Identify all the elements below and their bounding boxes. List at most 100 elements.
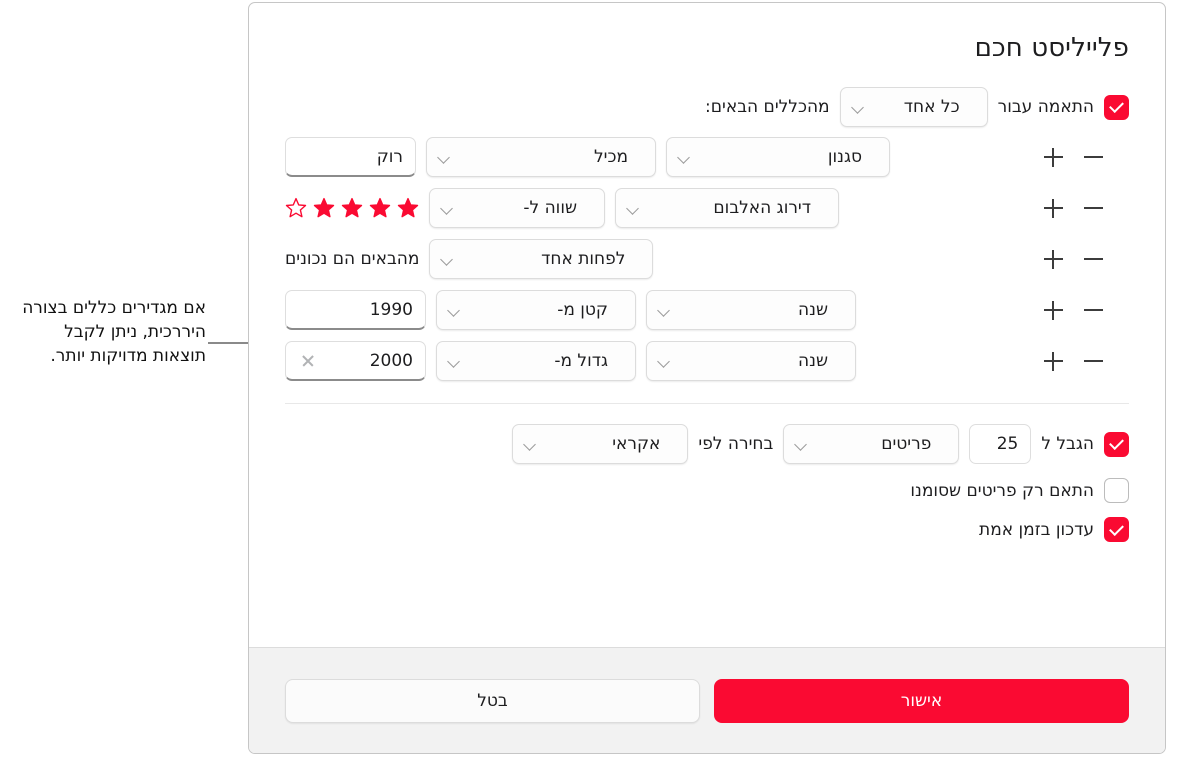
- chevron-down-icon: [438, 151, 451, 164]
- star-filled-icon[interactable]: [341, 197, 363, 219]
- rule-row: שנה גדול מ- 2000: [285, 341, 1129, 381]
- dialog-body: פלייליסט חכם התאמה עבור כל אחד מהכללים ה…: [249, 3, 1165, 647]
- live-update-checkbox[interactable]: [1104, 517, 1129, 542]
- ok-button[interactable]: אישור: [714, 678, 1129, 723]
- rule-row: סגנון מכיל רוק: [285, 137, 1129, 177]
- rule-field-value: סגנון: [827, 147, 862, 167]
- rule-operator-popup[interactable]: מכיל: [426, 137, 656, 177]
- star-empty-icon[interactable]: [285, 197, 307, 219]
- rule-value-input[interactable]: 1990: [285, 290, 426, 330]
- rule-add-button[interactable]: [1033, 191, 1073, 225]
- selection-by-value: אקראי: [612, 434, 661, 454]
- rule-remove-button[interactable]: [1073, 191, 1113, 225]
- rule-value-text: 2000: [369, 350, 413, 371]
- match-selector-popup[interactable]: כל אחד: [839, 87, 988, 127]
- rule-add-button[interactable]: [1033, 242, 1073, 276]
- match-checkbox[interactable]: [1104, 94, 1129, 120]
- rule-fields: דירוג האלבום שווה ל-: [285, 188, 839, 228]
- rule-fields: שנה קטן מ- 1990: [285, 290, 856, 330]
- chevron-down-icon: [448, 304, 461, 317]
- rule-field-popup[interactable]: שנה: [646, 341, 856, 381]
- chevron-down-icon: [448, 355, 461, 368]
- match-selector-value: כל אחד: [903, 97, 960, 117]
- limit-amount-input[interactable]: 25: [969, 424, 1032, 464]
- chevron-down-icon: [795, 438, 808, 451]
- rule-operator-value: קטן מ-: [557, 300, 608, 320]
- rule-value-input[interactable]: 2000: [285, 341, 426, 381]
- selection-by-popup[interactable]: אקראי: [512, 424, 689, 464]
- smart-playlist-dialog: פלייליסט חכם התאמה עבור כל אחד מהכללים ה…: [248, 2, 1166, 754]
- chevron-down-icon: [627, 202, 640, 215]
- only-checked-label: התאם רק פריטים שסומנו: [910, 480, 1094, 501]
- dialog-footer: אישור בטל: [249, 647, 1165, 753]
- rule-controls: [993, 242, 1113, 276]
- rule-field-value: דירוג האלבום: [713, 198, 811, 218]
- rule-fields: לפחות אחד מהבאים הם נכונים: [285, 239, 654, 279]
- limit-amount-value: 25: [996, 434, 1019, 454]
- rule-remove-button[interactable]: [1073, 242, 1113, 276]
- rule-operator-popup[interactable]: שווה ל-: [429, 188, 605, 228]
- rule-group-value: לפחות אחד: [541, 249, 626, 269]
- rule-row: דירוג האלבום שווה ל-: [285, 188, 1129, 228]
- only-checked-checkbox[interactable]: [1104, 478, 1129, 503]
- rating-stars[interactable]: [285, 197, 419, 219]
- rule-operator-value: מכיל: [594, 147, 628, 167]
- rule-group-popup[interactable]: לפחות אחד: [429, 239, 654, 279]
- rule-controls: [993, 140, 1113, 174]
- rule-field-value: שנה: [798, 300, 828, 320]
- chevron-down-icon: [524, 438, 537, 451]
- rule-add-button[interactable]: [1033, 344, 1073, 378]
- rule-remove-button[interactable]: [1073, 293, 1113, 327]
- chevron-down-icon: [658, 355, 671, 368]
- rule-field-popup[interactable]: שנה: [646, 290, 856, 330]
- page-title: פלייליסט חכם: [974, 33, 1129, 63]
- rule-row: שנה קטן מ- 1990: [285, 290, 1129, 330]
- limit-label: הגבל ל: [1041, 434, 1094, 454]
- rule-controls: [993, 191, 1113, 225]
- limit-unit-popup[interactable]: פריטים: [783, 424, 960, 464]
- chevron-down-icon: [441, 253, 454, 266]
- rule-operator-popup[interactable]: קטן מ-: [436, 290, 636, 330]
- rule-fields: סגנון מכיל רוק: [285, 137, 890, 177]
- rule-operator-value: שווה ל-: [523, 198, 577, 218]
- star-filled-icon[interactable]: [369, 197, 391, 219]
- annotation-callout: אם מגדירים כללים בצורה היררכית, ניתן לקב…: [12, 296, 206, 368]
- only-checked-row: התאם רק פריטים שסומנו: [285, 478, 1129, 503]
- section-divider: [285, 403, 1129, 404]
- rule-fields: שנה גדול מ- 2000: [285, 341, 856, 381]
- rule-value-text: רוק: [376, 146, 403, 167]
- rule-field-popup[interactable]: דירוג האלבום: [615, 188, 839, 228]
- chevron-down-icon: [852, 101, 865, 114]
- cancel-button[interactable]: בטל: [285, 678, 700, 723]
- rule-field-popup[interactable]: סגנון: [666, 137, 890, 177]
- rule-controls: [993, 293, 1113, 327]
- limit-unit-value: פריטים: [881, 434, 932, 454]
- rule-remove-button[interactable]: [1073, 344, 1113, 378]
- rule-field-value: שנה: [798, 351, 828, 371]
- chevron-down-icon: [658, 304, 671, 317]
- rule-value-text: 1990: [369, 299, 413, 320]
- rule-operator-popup[interactable]: גדול מ-: [436, 341, 636, 381]
- match-row: התאמה עבור כל אחד מהכללים הבאים:: [285, 87, 1129, 127]
- match-prefix-label: התאמה עבור: [997, 97, 1094, 117]
- chevron-down-icon: [441, 202, 454, 215]
- rule-more-button[interactable]: [993, 293, 1033, 327]
- rule-more-button[interactable]: [993, 344, 1033, 378]
- rule-more-button[interactable]: [993, 191, 1033, 225]
- rule-group-suffix: מהבאים הם נכונים: [285, 249, 420, 269]
- star-filled-icon[interactable]: [397, 197, 419, 219]
- rule-more-button[interactable]: [993, 242, 1033, 276]
- live-update-label: עדכון בזמן אמת: [979, 519, 1094, 540]
- limit-checkbox[interactable]: [1104, 431, 1129, 457]
- screenshot-stage: אם מגדירים כללים בצורה היררכית, ניתן לקב…: [0, 0, 1181, 758]
- live-update-row: עדכון בזמן אמת: [285, 517, 1129, 542]
- rule-add-button[interactable]: [1033, 140, 1073, 174]
- clear-icon[interactable]: [300, 353, 316, 369]
- limit-row: הגבל ל 25 פריטים בחירה לפי אקראי: [285, 424, 1129, 464]
- rule-add-button[interactable]: [1033, 293, 1073, 327]
- rule-value-input[interactable]: רוק: [285, 137, 416, 177]
- rule-more-button[interactable]: [993, 140, 1033, 174]
- star-filled-icon[interactable]: [313, 197, 335, 219]
- chevron-down-icon: [678, 151, 691, 164]
- rule-remove-button[interactable]: [1073, 140, 1113, 174]
